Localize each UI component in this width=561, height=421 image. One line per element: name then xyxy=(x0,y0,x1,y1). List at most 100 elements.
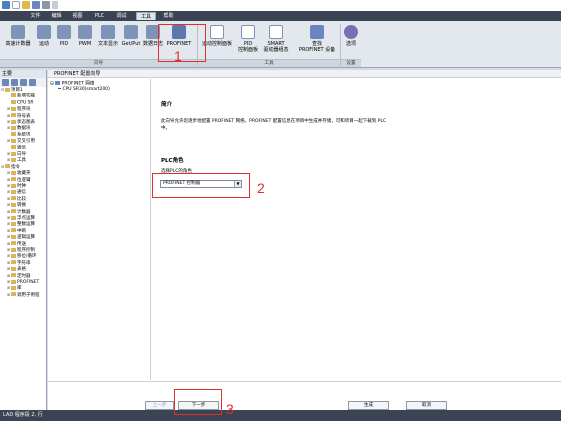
folder-icon xyxy=(11,93,16,98)
get-put-icon xyxy=(124,25,138,39)
tree-item-label: 逻辑运算 xyxy=(17,235,35,241)
tree-item[interactable]: ⊞ 符号表 xyxy=(0,113,46,119)
tree-item[interactable]: ⊞ 逻辑运算 xyxy=(0,234,46,240)
tree-item[interactable]: ⊞ 表格 xyxy=(0,266,46,272)
tree-item[interactable]: ⊞ 工具 xyxy=(0,157,46,163)
prev-button[interactable]: 上一步 xyxy=(145,401,174,410)
project-tree-title: 主要 xyxy=(0,70,46,78)
tree-item[interactable]: ⊞ 计数器 xyxy=(0,209,46,215)
nav-item-cpu[interactable]: CPU SR30(smart200) xyxy=(58,87,110,93)
folder-icon xyxy=(11,113,16,118)
tree-tool-icon-2[interactable] xyxy=(11,79,18,86)
print-icon[interactable] xyxy=(42,1,50,9)
menu-edit[interactable]: 编辑 xyxy=(48,12,65,20)
tree-item[interactable]: ⊞ 交叉引用 xyxy=(0,138,46,144)
tree-item[interactable]: ⊞ PROFINET xyxy=(0,279,46,285)
tree-item-label: 移位/循环 xyxy=(17,254,37,260)
folder-icon xyxy=(11,292,16,297)
menu-tools[interactable]: 工具 xyxy=(136,12,156,20)
tree-item-label: 程序块 xyxy=(17,107,31,113)
tree-item[interactable]: ⊞ 浮点运算 xyxy=(0,215,46,221)
open-folder-icon[interactable] xyxy=(22,1,30,9)
tree-item[interactable]: ⊞ 定时器 xyxy=(0,273,46,279)
tree-item[interactable]: ⊞ 比较 xyxy=(0,196,46,202)
tree-item[interactable]: 新增功能 xyxy=(0,93,46,99)
pid-control-panel-button[interactable]: PID 控制面板 xyxy=(236,25,260,55)
tree-item-label: 计数器 xyxy=(17,209,31,215)
cancel-button[interactable]: 取消 xyxy=(406,401,447,410)
tree-item-label: 工具 xyxy=(17,158,26,164)
high-speed-counter-button[interactable]: 高速计数器 xyxy=(3,25,33,55)
menu-plc[interactable]: PLC xyxy=(91,12,108,20)
menu-file[interactable]: 文件 xyxy=(27,12,44,20)
tree-item[interactable]: ⊞ 时钟 xyxy=(0,183,46,189)
tree-item-label: 指令 xyxy=(11,164,20,170)
quick-access-dropdown-icon[interactable] xyxy=(52,1,58,9)
folder-icon xyxy=(11,266,16,271)
pwm-button[interactable]: PWM xyxy=(75,25,95,55)
folder-icon xyxy=(11,138,16,143)
tree-item[interactable]: ⊞ 字符串 xyxy=(0,260,46,266)
tree-item[interactable]: ⊟ 指令 xyxy=(0,164,46,170)
tree-item-label: 字符串 xyxy=(17,260,31,266)
pid-wizard-button[interactable]: PID xyxy=(55,25,73,55)
folder-icon xyxy=(11,253,16,258)
tree-tool-icon-3[interactable] xyxy=(20,79,27,86)
folder-icon xyxy=(5,87,10,92)
intro-description-line2: 中。 xyxy=(161,126,170,131)
ribbon-group-settings: 设置 xyxy=(341,59,361,67)
tree-item[interactable]: ⊞ 调用子例程 xyxy=(0,292,46,298)
tree-item[interactable]: ⊞ 整数运算 xyxy=(0,221,46,227)
folder-icon xyxy=(11,241,16,246)
tree-item[interactable]: 通信 xyxy=(0,144,46,151)
tree-item-label: 库 xyxy=(17,286,22,292)
text-display-button[interactable]: 文本显示 xyxy=(96,25,120,55)
tree-item[interactable]: ⊞ 数据块 xyxy=(0,125,46,131)
tree-item[interactable]: ⊞ 位逻辑 xyxy=(0,177,46,183)
find-profinet-device-button[interactable]: 查找 PROFINET 设备 xyxy=(294,25,340,55)
folder-icon xyxy=(11,177,16,182)
tree-item[interactable]: ⊞ 程序控制 xyxy=(0,247,46,253)
tree-item[interactable]: ⊟ 项目1 xyxy=(0,87,46,93)
tree-item[interactable]: ⊞ 状态图表 xyxy=(0,119,46,125)
tree-item[interactable]: 系统块 xyxy=(0,131,46,138)
tree-tool-icon-1[interactable] xyxy=(2,79,9,86)
get-put-label: Get/Put xyxy=(121,41,141,47)
tree-item-label: 向导 xyxy=(17,152,26,157)
tree-item-label: 比较 xyxy=(17,196,26,202)
new-file-icon[interactable] xyxy=(12,1,20,9)
tree-line xyxy=(58,88,61,89)
tree-item[interactable]: ⊞ 传送 xyxy=(0,241,46,247)
tree-item[interactable]: ⊞ 程序块 xyxy=(0,106,46,112)
pid-label: PID xyxy=(59,41,69,47)
menu-view[interactable]: 视图 xyxy=(69,12,86,20)
options-button[interactable]: 选项 xyxy=(343,25,359,55)
tree-item[interactable]: CPU SR xyxy=(0,99,46,106)
motion-button[interactable]: 运动 xyxy=(34,25,54,55)
tree-item-label: 项目1 xyxy=(11,88,23,93)
tree-item[interactable]: ⊞ 通信 xyxy=(0,189,46,195)
tree-item-label: 状态图表 xyxy=(17,120,35,125)
tree-item[interactable]: ⊞ 移位/循环 xyxy=(0,253,46,259)
app-window: 文件 编辑 视图 PLC 调试 工具 帮助 高速计数器 运动 PID PWM 文… xyxy=(0,0,561,421)
tree-item[interactable]: ⊞ 转换 xyxy=(0,202,46,208)
menu-debug[interactable]: 调试 xyxy=(113,12,130,20)
network-find-icon xyxy=(310,25,324,39)
generate-button[interactable]: 生成 xyxy=(348,401,389,410)
tree-item-label: 表格 xyxy=(17,267,26,273)
folder-icon xyxy=(11,119,16,124)
tree-item[interactable]: ⊞ 库 xyxy=(0,285,46,291)
menu-help[interactable]: 帮助 xyxy=(160,12,177,20)
smart-drive-config-button[interactable]: SMART 驱动器组态 xyxy=(261,25,291,55)
nav-expander[interactable]: ⊟ xyxy=(50,82,54,87)
tree-item[interactable]: ⊞ 向导 xyxy=(0,151,46,157)
tree-item[interactable]: ⊞ 收藏夹 xyxy=(0,170,46,176)
get-put-button[interactable]: Get/Put xyxy=(121,25,141,55)
tree-item[interactable]: ⊞ 中断 xyxy=(0,228,46,234)
save-icon[interactable] xyxy=(32,1,40,9)
tree-tool-icon-4[interactable] xyxy=(29,79,36,86)
options-label: 选项 xyxy=(345,41,356,47)
annotation-box-3 xyxy=(174,389,222,415)
folder-icon xyxy=(11,247,16,252)
folder-icon xyxy=(11,157,16,162)
